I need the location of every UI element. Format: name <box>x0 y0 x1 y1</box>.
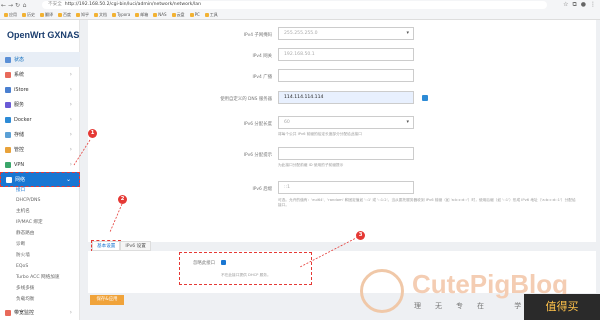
zdm-logo: 值得买 <box>524 294 600 320</box>
annotation-badge-1: 1 <box>88 129 97 138</box>
pig-logo-icon <box>360 269 404 313</box>
annotation-badge-3: 3 <box>356 231 365 240</box>
annotation-badge-2: 2 <box>118 195 127 204</box>
watermark: CutePigBlog 理无专在 学无止境 值得买 <box>350 265 600 320</box>
